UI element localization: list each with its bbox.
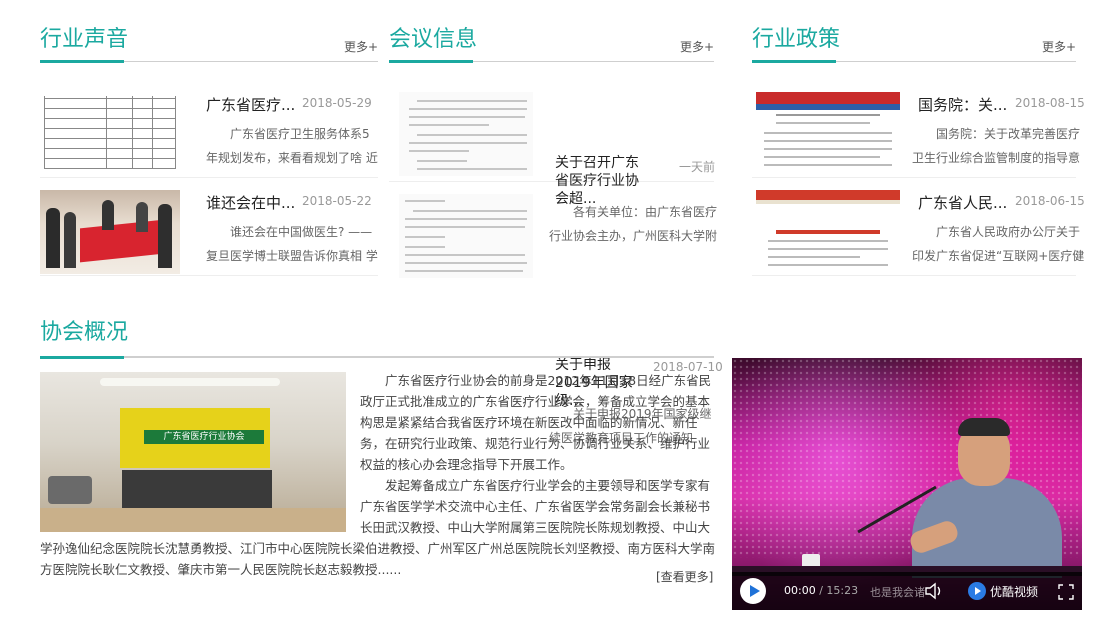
news-list: 关于召开广东省医疗行业协会超... 一天前 各有关单位：由广东省医疗行业协会主办… xyxy=(389,82,723,445)
news-date: 2018-06-15 xyxy=(1015,194,1085,208)
news-item[interactable]: 国务院：关... 2018-08-15 国务院：关于改革完善医疗卫生行业综合监管… xyxy=(752,82,1085,178)
banner-shape xyxy=(80,219,164,263)
people-shape xyxy=(136,202,148,232)
section-header: 协会概况 xyxy=(40,312,714,359)
current-time: 00:00 xyxy=(784,584,816,597)
time-display: 00:00 / 15:23 xyxy=(784,584,858,597)
news-summary: 谁还会在中国做医生? ——复旦医学博士联盟告诉你真相 学了三... xyxy=(206,225,378,263)
video-controls: 00:00 / 15:23 也是我会诸 优酷视频 xyxy=(732,572,1082,610)
total-time: / 15:23 xyxy=(819,584,859,597)
news-date: 2018-05-29 xyxy=(302,96,372,110)
news-list: 国务院：关... 2018-08-15 国务院：关于改革完善医疗卫生行业综合监管… xyxy=(752,82,1085,276)
about-section-header: 协会概况 xyxy=(40,312,714,359)
people-shape xyxy=(102,200,114,230)
news-title[interactable]: 广东省医疗... xyxy=(206,94,295,115)
news-date: 2018-05-22 xyxy=(302,194,372,208)
news-date: 一天前 xyxy=(679,160,716,174)
people-shape xyxy=(46,208,60,268)
news-list: 广东省医疗... 2018-05-29 广东省医疗卫生服务体系5年规划发布，来看… xyxy=(40,82,378,276)
more-link[interactable]: 更多+ xyxy=(1042,38,1076,55)
section-title: 会议信息 xyxy=(389,27,478,52)
fullscreen-icon[interactable] xyxy=(1058,584,1074,600)
news-title[interactable]: 国务院：关... xyxy=(918,94,1007,115)
view-more-link[interactable]: [查看更多] xyxy=(656,568,713,585)
industry-voice-section: 行业声音 更多+ 广东省医疗... 2018-05-29 广东省医疗卫生服务体系… xyxy=(40,24,378,276)
people-shape xyxy=(158,204,172,268)
news-thumbnail xyxy=(40,92,180,176)
video-player[interactable]: 00:00 / 15:23 也是我会诸 优酷视频 xyxy=(732,358,1082,610)
news-title[interactable]: 广东省人民... xyxy=(918,192,1007,213)
news-date: 2018-08-15 xyxy=(1015,96,1085,110)
title-underline xyxy=(40,60,124,63)
news-summary: 广东省人民政府办公厅关于印发广东省促进“互联网+医疗健康”... xyxy=(912,225,1085,263)
speaker-hair xyxy=(958,418,1010,436)
news-thumbnail xyxy=(399,92,533,176)
section-title: 行业声音 xyxy=(40,27,129,52)
news-thumbnail xyxy=(40,190,180,274)
news-summary: 广东省医疗卫生服务体系5年规划发布，来看看规划了啥 近日，广... xyxy=(206,127,378,165)
section-header: 行业政策 更多+ xyxy=(752,24,1076,63)
about-text: 广东省医疗行业协会的前身是2012年11月18日经广东省民政厅正式批准成立的广东… xyxy=(40,370,716,580)
meeting-info-section: 会议信息 更多+ 关于召开广东省医疗行业协会超... 一天前 各有关单位：由广东… xyxy=(389,24,723,445)
section-header: 行业声音 更多+ xyxy=(40,24,378,63)
people-shape xyxy=(64,212,76,268)
section-title: 协会概况 xyxy=(40,320,129,345)
more-link[interactable]: 更多+ xyxy=(344,38,378,55)
news-thumbnail xyxy=(399,194,533,278)
news-thumbnail xyxy=(756,190,900,274)
section-title: 行业政策 xyxy=(752,27,841,52)
news-item[interactable]: 广东省人民... 2018-06-15 广东省人民政府办公厅关于印发广东省促进“… xyxy=(752,180,1085,276)
news-item[interactable]: 广东省医疗... 2018-05-29 广东省医疗卫生服务体系5年规划发布，来看… xyxy=(40,82,378,178)
news-item[interactable]: 关于申报2019年国家级... 2018-07-10 关于申报2019年国家级继… xyxy=(389,184,723,445)
news-summary: 国务院：关于改革完善医疗卫生行业综合监管制度的指导意见 国务... xyxy=(912,127,1081,165)
news-thumbnail xyxy=(756,92,900,176)
youku-logo-icon xyxy=(968,582,986,600)
news-item[interactable]: 谁还会在中... 2018-05-22 谁还会在中国做医生? ——复旦医学博士联… xyxy=(40,180,378,276)
image-float-space xyxy=(40,370,360,530)
play-icon[interactable] xyxy=(740,578,766,604)
volume-icon[interactable] xyxy=(924,582,944,600)
brand-label: 优酷视频 xyxy=(990,585,1039,599)
title-underline xyxy=(40,356,124,359)
title-underline xyxy=(752,60,836,63)
title-underline xyxy=(389,60,473,63)
video-subtitle: 也是我会诸 xyxy=(870,586,925,599)
section-header: 会议信息 更多+ xyxy=(389,24,714,63)
industry-policy-section: 行业政策 更多+ 国务院：关... 2018-08-15 国务院：关于改革完善医… xyxy=(752,24,1085,276)
news-item[interactable]: 关于召开广东省医疗行业协会超... 一天前 各有关单位：由广东省医疗行业协会主办… xyxy=(389,82,717,243)
more-link[interactable]: 更多+ xyxy=(680,38,714,55)
news-title[interactable]: 谁还会在中... xyxy=(206,192,295,213)
